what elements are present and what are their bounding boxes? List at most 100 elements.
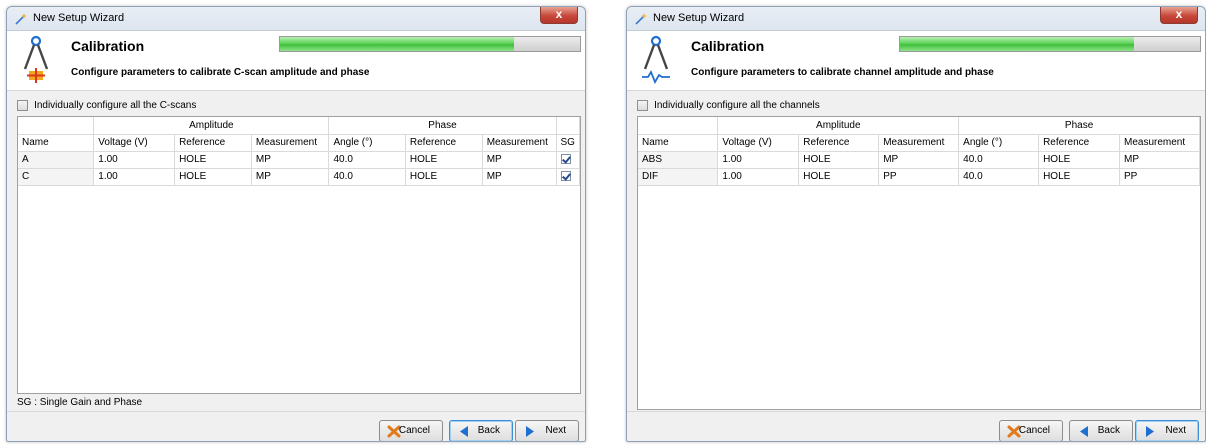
title-bar[interactable]: New Setup Wizard x	[627, 7, 1205, 31]
column-header[interactable]: Name	[638, 134, 719, 152]
cell-voltage[interactable]: 1.00	[93, 168, 176, 186]
cell-name[interactable]: A	[18, 151, 95, 169]
cancel-label: Cancel	[1018, 425, 1050, 436]
cancel-label: Cancel	[398, 425, 430, 436]
column-header[interactable]: Angle (°)	[328, 134, 406, 152]
title-bar[interactable]: New Setup Wizard x	[7, 7, 585, 31]
close-button[interactable]: x	[1160, 7, 1198, 24]
cell-voltage[interactable]: 1.00	[93, 151, 176, 169]
next-button[interactable]: Next	[1135, 420, 1199, 441]
cell-voltage[interactable]: 1.00	[717, 168, 800, 186]
cell-name[interactable]: C	[18, 168, 95, 186]
cancel-button[interactable]: Cancel	[379, 420, 443, 441]
wizard-header: Calibration Configure parameters to cali…	[7, 31, 585, 91]
button-bar: Cancel Back Next	[627, 411, 1205, 441]
column-header[interactable]: Measurement	[482, 134, 557, 152]
group-header-blank	[638, 117, 719, 135]
compass-icon	[23, 35, 49, 83]
individual-config-option[interactable]: Individually configure all the C-scans	[17, 99, 196, 113]
cell-angle[interactable]: 40.0	[958, 151, 1040, 169]
progress-fill	[900, 37, 1134, 51]
next-label: Next	[1165, 425, 1186, 436]
column-header[interactable]: Measurement	[251, 134, 330, 152]
calibration-table: Amplitude Phase Name Voltage (V) Referen…	[17, 116, 581, 394]
group-header-row: Amplitude Phase	[638, 117, 1200, 135]
cell-phase-measurement[interactable]: MP	[482, 168, 557, 186]
next-arrow-icon	[526, 426, 534, 437]
cell-name[interactable]: ABS	[638, 151, 719, 169]
column-header-row: Name Voltage (V) Reference Measurement A…	[18, 134, 580, 152]
column-header[interactable]: Reference	[1038, 134, 1120, 152]
table-row[interactable]: C 1.00 HOLE MP 40.0 HOLE MP	[18, 168, 580, 186]
wizard-header: Calibration Configure parameters to cali…	[627, 31, 1205, 91]
cell-phase-reference[interactable]: HOLE	[1038, 151, 1120, 169]
wizard-progress-bar	[899, 36, 1201, 52]
cell-angle[interactable]: 40.0	[328, 151, 406, 169]
column-header[interactable]: Measurement	[878, 134, 960, 152]
back-arrow-icon	[1080, 426, 1088, 437]
cell-amplitude-reference[interactable]: HOLE	[174, 168, 252, 186]
individual-config-option[interactable]: Individually configure all the channels	[637, 99, 820, 113]
cell-phase-reference[interactable]: HOLE	[405, 168, 483, 186]
cell-amplitude-measurement[interactable]: MP	[878, 151, 960, 169]
group-header-row: Amplitude Phase	[18, 117, 580, 135]
sg-legend-note: SG : Single Gain and Phase	[17, 397, 143, 408]
column-header[interactable]: Measurement	[1119, 134, 1201, 152]
column-header[interactable]: Voltage (V)	[93, 134, 176, 152]
cell-amplitude-reference[interactable]: HOLE	[174, 151, 252, 169]
column-header[interactable]: Name	[18, 134, 95, 152]
cell-amplitude-reference[interactable]: HOLE	[798, 168, 880, 186]
cell-voltage[interactable]: 1.00	[717, 151, 800, 169]
individual-config-label: Individually configure all the C-scans	[34, 99, 197, 111]
window-title: New Setup Wizard	[653, 12, 745, 24]
individual-config-checkbox[interactable]	[17, 99, 28, 111]
cell-phase-reference[interactable]: HOLE	[405, 151, 483, 169]
cell-phase-measurement[interactable]: MP	[482, 151, 557, 169]
next-button[interactable]: Next	[515, 420, 579, 441]
cell-sg[interactable]	[556, 168, 580, 186]
individual-config-label: Individually configure all the channels	[654, 99, 820, 111]
cell-angle[interactable]: 40.0	[958, 168, 1040, 186]
sg-checkbox[interactable]	[560, 171, 571, 182]
compass-icon	[642, 35, 670, 85]
back-arrow-icon	[460, 426, 468, 437]
cell-name[interactable]: DIF	[638, 168, 719, 186]
column-header[interactable]: Reference	[798, 134, 880, 152]
sg-checkbox[interactable]	[560, 154, 571, 165]
cell-phase-reference[interactable]: HOLE	[1038, 168, 1120, 186]
individual-config-checkbox[interactable]	[637, 99, 648, 111]
back-label: Back	[477, 425, 500, 436]
column-header[interactable]: SG	[556, 134, 580, 152]
table-row[interactable]: ABS 1.00 HOLE MP 40.0 HOLE MP	[638, 151, 1201, 169]
column-header[interactable]: Angle (°)	[958, 134, 1040, 152]
cancel-button[interactable]: Cancel	[999, 420, 1063, 441]
column-header[interactable]: Reference	[174, 134, 252, 152]
page-title: Calibration	[691, 38, 765, 54]
column-header[interactable]: Reference	[405, 134, 483, 152]
cell-amplitude-measurement[interactable]: PP	[878, 168, 960, 186]
next-arrow-icon	[1146, 426, 1154, 437]
page-description: Configure parameters to calibrate channe…	[691, 67, 994, 78]
wizard-window-cscan: New Setup Wizard x Calibration Configure…	[6, 6, 586, 442]
page-title: Calibration	[71, 38, 145, 54]
back-button[interactable]: Back	[449, 420, 513, 441]
progress-fill	[280, 37, 514, 51]
cell-angle[interactable]: 40.0	[328, 168, 406, 186]
wizard-window-channel: New Setup Wizard x Calibration Configure…	[626, 6, 1206, 442]
table-row[interactable]: A 1.00 HOLE MP 40.0 HOLE MP	[18, 151, 580, 169]
cell-amplitude-reference[interactable]: HOLE	[798, 151, 880, 169]
column-header[interactable]: Voltage (V)	[717, 134, 800, 152]
waveform-icon	[642, 69, 670, 85]
close-button[interactable]: x	[540, 7, 578, 24]
cell-phase-measurement[interactable]: PP	[1119, 168, 1201, 186]
column-header-row: Name Voltage (V) Reference Measurement A…	[638, 134, 1201, 152]
group-header-phase: Phase	[328, 117, 557, 135]
cell-phase-measurement[interactable]: MP	[1119, 151, 1201, 169]
cell-sg[interactable]	[556, 151, 580, 169]
back-label: Back	[1097, 425, 1120, 436]
back-button[interactable]: Back	[1069, 420, 1133, 441]
window-title: New Setup Wizard	[33, 12, 125, 24]
cell-amplitude-measurement[interactable]: MP	[251, 151, 330, 169]
table-row[interactable]: DIF 1.00 HOLE PP 40.0 HOLE PP	[638, 168, 1201, 186]
cell-amplitude-measurement[interactable]: MP	[251, 168, 330, 186]
